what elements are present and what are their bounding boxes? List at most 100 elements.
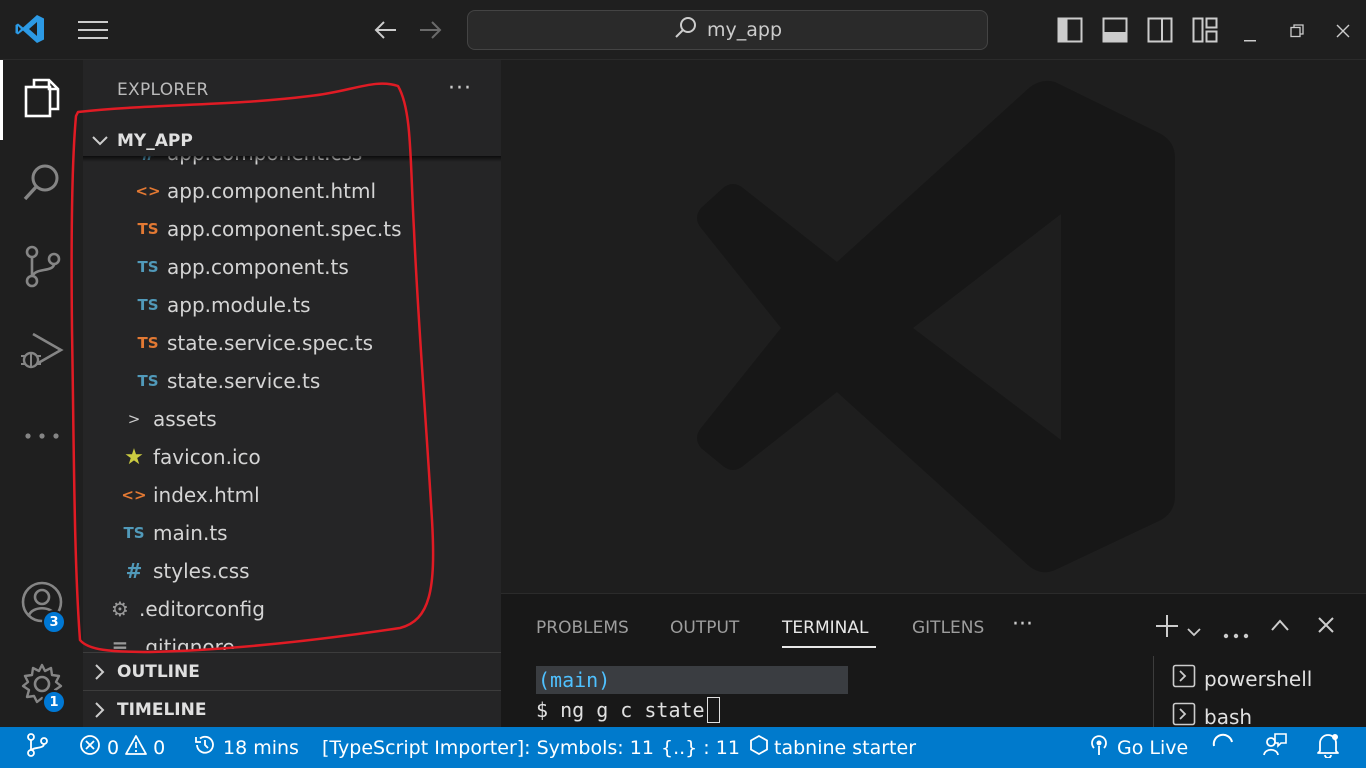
customize-layout-icon[interactable] <box>1192 17 1218 47</box>
terminal-dropdown-chevron-icon[interactable] <box>1187 622 1201 641</box>
file-tree: #app.component.css<>app.component.htmlTS… <box>83 156 501 650</box>
command-center-search[interactable]: my_app <box>467 10 988 50</box>
tree-item[interactable]: ≡ .gitignore <box>107 628 235 650</box>
forward-arrow-icon[interactable] <box>418 18 444 46</box>
terminal-cursor <box>706 697 720 723</box>
maximize-panel-chevron-up-icon[interactable] <box>1270 617 1290 636</box>
search-activity[interactable] <box>0 144 83 224</box>
restore-icon[interactable] <box>1290 23 1304 42</box>
typescript-icon: TS <box>123 524 145 542</box>
html-icon: <> <box>121 486 147 504</box>
typescript-icon: TS <box>137 258 159 276</box>
gear-icon: ⚙ <box>111 597 129 621</box>
more-activity[interactable] <box>0 394 83 474</box>
tab-gitlens[interactable]: GITLENS <box>912 618 984 638</box>
terminal-command: $ ng g c state <box>536 698 705 722</box>
go-live-button[interactable]: Go Live <box>1087 727 1188 768</box>
tree-item-label: state.service.spec.ts <box>167 331 374 355</box>
source-control-activity[interactable] <box>0 228 83 308</box>
toggle-secondary-sidebar-icon[interactable] <box>1147 17 1173 47</box>
notifications-button[interactable] <box>1316 727 1340 768</box>
loading-indicator <box>1210 727 1236 768</box>
tab-problems[interactable]: PROBLEMS <box>536 618 629 638</box>
tree-item-label: app.module.ts <box>167 293 311 317</box>
minimize-icon[interactable] <box>1244 28 1256 47</box>
terminal-list: powershell bash <box>1153 656 1366 729</box>
search-text: my_app <box>706 19 783 41</box>
project-section-header[interactable]: MY_APP <box>83 122 501 160</box>
explorer-more-actions[interactable]: ··· <box>448 76 472 101</box>
typescript-spec-icon: TS <box>137 334 159 352</box>
tabnine-status[interactable]: tabnine starter <box>750 727 916 768</box>
chevron-down-icon <box>83 135 117 147</box>
tree-item[interactable]: TS app.module.ts <box>135 286 311 324</box>
terminal-prompt-line[interactable]: $ ng g c state <box>536 697 720 723</box>
tree-item-label: .gitignore <box>139 635 235 650</box>
close-panel-icon[interactable] <box>1317 616 1335 638</box>
tree-item[interactable]: TS main.ts <box>121 514 227 552</box>
search-icon <box>21 161 63 207</box>
tree-item[interactable]: <> app.component.html <box>135 172 376 210</box>
new-terminal-plus-icon[interactable] <box>1155 614 1179 642</box>
project-name: MY_APP <box>117 131 193 151</box>
tree-item-label: app.component.html <box>167 179 377 203</box>
tree-item-label: styles.css <box>153 559 250 583</box>
panel-more-tabs[interactable]: ··· <box>1012 612 1033 637</box>
typescript-icon: TS <box>137 296 159 314</box>
tree-item[interactable]: ⚙ .editorconfig <box>107 590 265 628</box>
error-count: 0 <box>107 736 120 759</box>
tree-item[interactable]: <> index.html <box>121 476 259 514</box>
tree-item[interactable]: ★ favicon.ico <box>121 438 261 476</box>
tree-item-label: assets <box>153 407 217 431</box>
warning-count: 0 <box>153 736 166 759</box>
tree-item[interactable]: TS app.component.spec.ts <box>135 210 402 248</box>
time-tracker[interactable]: 18 mins <box>193 727 299 768</box>
panel-more-actions-icon[interactable] <box>1223 624 1249 643</box>
run-debug-activity[interactable] <box>0 312 83 392</box>
tree-item-label: app.component.spec.ts <box>167 217 402 241</box>
back-arrow-icon[interactable] <box>372 18 398 46</box>
active-indicator <box>0 60 3 140</box>
outline-section-header[interactable]: OUTLINE <box>83 652 501 690</box>
time-label: 18 mins <box>223 736 299 759</box>
close-window-icon[interactable] <box>1336 23 1350 42</box>
manage-activity[interactable]: 1 <box>0 646 83 726</box>
broadcast-icon <box>1087 733 1111 762</box>
feedback-button[interactable] <box>1262 727 1288 768</box>
terminal-icon <box>1172 664 1196 693</box>
braces-status[interactable]: {..} : 11 <box>661 727 740 768</box>
remote-icon <box>24 732 50 763</box>
tabnine-label: tabnine starter <box>774 736 916 759</box>
editor-area[interactable] <box>501 60 1366 593</box>
problems-indicator[interactable]: 0 0 <box>79 727 165 768</box>
ellipsis-icon <box>24 425 60 444</box>
status-bar: 0 0 18 mins [TypeScript Importer]: Symbo… <box>0 727 1366 768</box>
tree-item[interactable]: TS state.service.spec.ts <box>135 324 373 362</box>
tree-item[interactable]: TS app.component.ts <box>135 248 348 286</box>
search-icon <box>673 16 697 45</box>
explorer-activity[interactable] <box>0 60 83 140</box>
accounts-activity[interactable]: 3 <box>0 564 83 644</box>
tab-terminal[interactable]: TERMINAL <box>782 618 868 638</box>
tree-item[interactable]: # styles.css <box>121 552 250 590</box>
lines-icon: ≡ <box>111 635 129 650</box>
timeline-section-header[interactable]: TIMELINE <box>83 690 501 728</box>
css-icon: # <box>125 559 143 583</box>
go-live-label: Go Live <box>1117 736 1189 759</box>
tree-item[interactable]: > assets <box>121 400 217 438</box>
html-icon: <> <box>135 182 161 200</box>
typescript-importer-status[interactable]: [TypeScript Importer]: Symbols: 11 <box>322 727 654 768</box>
terminal-item-powershell[interactable]: powershell <box>1172 664 1312 693</box>
remote-indicator[interactable] <box>24 727 50 768</box>
toggle-panel-icon[interactable] <box>1102 17 1128 47</box>
files-icon <box>22 77 62 123</box>
vscode-watermark-icon <box>697 80 1175 573</box>
tree-item[interactable]: TS state.service.ts <box>135 362 320 400</box>
toggle-primary-sidebar-icon[interactable] <box>1057 17 1083 47</box>
activity-bar: 3 1 <box>0 60 83 727</box>
bottom-panel: PROBLEMS OUTPUT TERMINAL GITLENS ··· (ma… <box>501 593 1366 729</box>
terminal-item-label: bash <box>1204 704 1253 729</box>
explorer-sidebar: EXPLORER ··· MY_APP #app.component.css<>… <box>83 60 501 727</box>
tab-output[interactable]: OUTPUT <box>670 618 739 638</box>
menu-icon[interactable] <box>78 18 108 46</box>
